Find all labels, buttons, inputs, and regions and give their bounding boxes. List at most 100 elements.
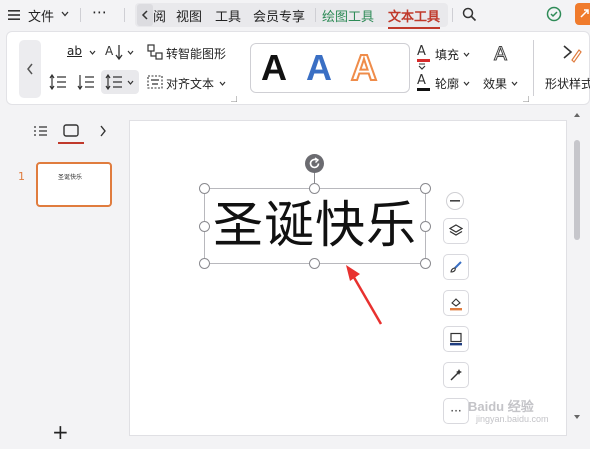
chevron-down-icon[interactable] <box>61 11 69 17</box>
layer-button[interactable] <box>443 218 469 244</box>
annotation-arrow <box>346 265 383 325</box>
chevron-down-icon <box>463 52 470 57</box>
outline-color-swatch <box>417 88 430 91</box>
resize-handle-bottom[interactable] <box>309 258 320 269</box>
paint-bucket-icon <box>450 297 462 310</box>
chevron-down-icon <box>463 81 470 86</box>
chevron-right-icon[interactable] <box>99 125 107 137</box>
tab-review[interactable]: 阅 <box>153 6 166 25</box>
align-text-icon <box>147 75 163 89</box>
file-menu[interactable]: 文件 <box>28 6 54 25</box>
magic-wand-button[interactable] <box>443 362 469 388</box>
more-dots-icon: ··· <box>450 404 462 418</box>
line-spacing-button[interactable] <box>101 70 139 94</box>
chevron-left-icon <box>141 10 148 20</box>
text-direction-icon: A <box>105 44 123 61</box>
chevron-left-icon <box>27 63 33 75</box>
chevron-down-icon <box>127 80 134 85</box>
chevron-down-icon <box>511 81 518 86</box>
text-style-orange-outline[interactable]: A <box>350 46 378 89</box>
baidu-watermark: Baidu 经验 <box>468 399 534 414</box>
text-underline-style-button[interactable]: ab <box>67 44 97 64</box>
magic-wand-icon <box>450 369 462 381</box>
layers-icon <box>449 224 463 236</box>
svg-text:A: A <box>105 44 114 58</box>
increase-line-spacing-icon[interactable] <box>77 74 95 90</box>
text-fill-icon: A <box>417 44 426 59</box>
line-spacing-icon <box>105 74 122 90</box>
cloud-sync-icon[interactable] <box>545 6 563 22</box>
resize-handle-top[interactable] <box>309 183 320 194</box>
scroll-down-icon[interactable] <box>573 414 581 420</box>
baidu-watermark-url: jingyan.baidu.com <box>476 414 549 424</box>
resize-handle-left[interactable] <box>199 221 210 232</box>
ribbon-toolbar: ab A 转智能图形 对齐文本 A A A A 填充 A 轮廓 A 效果 形状样… <box>6 31 590 105</box>
shape-style-button[interactable]: 形状样式 <box>537 42 590 94</box>
resize-handle-right[interactable] <box>420 221 431 232</box>
scrollbar-thumb[interactable] <box>574 140 580 240</box>
tab-member[interactable]: 会员专享 <box>253 6 305 25</box>
text-effect-button[interactable]: A 效果 <box>481 42 523 94</box>
search-icon[interactable] <box>462 7 477 22</box>
resize-handle-bottom-left[interactable] <box>199 258 210 269</box>
decrease-line-spacing-icon[interactable] <box>49 74 67 90</box>
tab-text-tools[interactable]: 文本工具 <box>388 6 441 29</box>
collapse-toolbar-button[interactable] <box>446 192 464 210</box>
outline-icon <box>450 332 462 346</box>
resize-handle-top-left[interactable] <box>199 183 210 194</box>
share-icon <box>580 9 589 18</box>
text-outline-button[interactable]: A 轮廓 <box>417 73 477 95</box>
chevron-down-icon <box>89 50 96 55</box>
align-text-label: 对齐文本 <box>166 77 215 91</box>
rotate-handle[interactable] <box>305 154 324 173</box>
more-menu-button[interactable]: ⋯ <box>92 3 107 21</box>
thumbnail-text: 圣诞快乐 <box>58 174 83 181</box>
effect-label: 效果 <box>483 77 508 91</box>
ribbon-scroll-left-button[interactable] <box>19 40 41 98</box>
shape-style-label: 形状样式 <box>545 77 590 91</box>
brush-button[interactable] <box>443 254 469 280</box>
resize-handle-top-right[interactable] <box>420 183 431 194</box>
hamburger-menu-icon[interactable] <box>8 9 20 21</box>
text-fill-button[interactable]: A 填充 <box>417 44 477 66</box>
convert-smartart-button[interactable]: 转智能图形 <box>147 42 237 64</box>
convert-smartart-label: 转智能图形 <box>166 47 227 61</box>
brush-icon <box>450 261 462 273</box>
fill-color-swatch <box>417 59 430 62</box>
rotate-icon <box>309 157 320 169</box>
slide-number: 1 <box>18 170 25 183</box>
text-style-gallery: A A A <box>250 43 410 93</box>
minus-icon <box>450 200 460 202</box>
ab-underline-icon: ab <box>67 44 82 58</box>
slide-thumbnail[interactable]: 圣诞快乐 <box>36 162 112 207</box>
share-button[interactable] <box>575 3 590 25</box>
tab-view[interactable]: 视图 <box>176 6 202 25</box>
resize-handle-bottom-right[interactable] <box>420 258 431 269</box>
outline-button[interactable] <box>443 326 469 352</box>
text-box-content[interactable]: 圣诞快乐 <box>209 192 421 258</box>
expand-corner-icon[interactable] <box>231 96 237 102</box>
smartart-icon <box>147 44 163 60</box>
chevron-down-icon <box>219 81 226 86</box>
expand-corner-icon[interactable] <box>523 96 529 102</box>
align-text-button[interactable]: 对齐文本 <box>147 72 239 94</box>
slide-view-icon[interactable] <box>63 124 79 137</box>
text-style-blue[interactable]: A <box>306 47 332 89</box>
vertical-scrollbar[interactable] <box>572 112 582 442</box>
slide-panel: 1 圣诞快乐 + <box>0 106 122 449</box>
text-style-black[interactable]: A <box>261 47 287 89</box>
fill-color-button[interactable] <box>443 290 469 316</box>
more-options-button[interactable]: ··· <box>443 398 469 424</box>
active-view-underline <box>58 142 84 144</box>
tab-tools[interactable]: 工具 <box>215 6 241 25</box>
tab-drawing-tools[interactable]: 绘图工具 <box>322 6 374 25</box>
text-effect-icon: A <box>494 43 508 65</box>
text-direction-button[interactable]: A <box>105 42 137 64</box>
outline-view-icon[interactable] <box>33 125 48 137</box>
fill-label: 填充 <box>435 48 460 62</box>
tab-scroll-left-button[interactable] <box>137 4 153 26</box>
scroll-up-icon[interactable] <box>573 112 581 118</box>
chevron-down-icon <box>127 50 134 55</box>
add-slide-button[interactable]: + <box>52 420 69 444</box>
shape-style-icon <box>563 45 582 63</box>
